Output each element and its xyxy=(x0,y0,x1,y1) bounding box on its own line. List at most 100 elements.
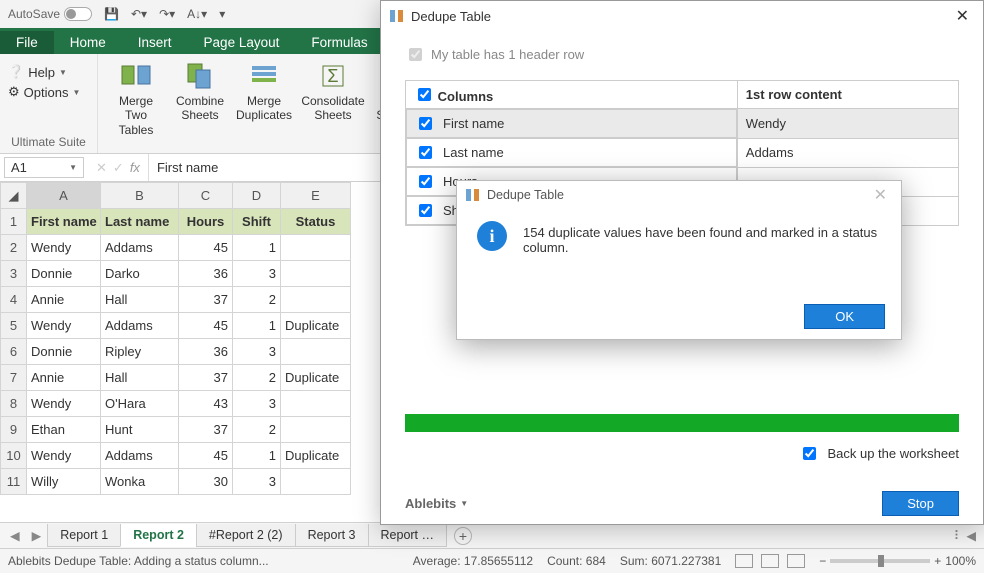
cell[interactable]: 2 xyxy=(233,417,281,443)
sheet-tab[interactable]: Report 3 xyxy=(295,524,369,547)
cancel-icon[interactable]: ✕ xyxy=(96,160,107,176)
tab-file[interactable]: File xyxy=(0,31,54,54)
column-checkbox[interactable] xyxy=(419,146,432,159)
sheet-nav-prev-icon[interactable]: ◀ xyxy=(4,528,26,543)
cell[interactable]: Annie xyxy=(27,287,101,313)
cell[interactable]: Last name xyxy=(101,209,179,235)
cell[interactable]: 2 xyxy=(233,287,281,313)
cell[interactable]: 37 xyxy=(179,287,233,313)
row-header[interactable]: 5 xyxy=(1,313,27,339)
cell[interactable]: Wendy xyxy=(27,391,101,417)
cell[interactable]: 1 xyxy=(233,235,281,261)
sheet-nav-next-icon[interactable]: ▶ xyxy=(26,528,48,543)
zoom-out-icon[interactable]: − xyxy=(819,554,826,568)
cell[interactable]: Shift xyxy=(233,209,281,235)
sort-icon[interactable]: A↓▾ xyxy=(187,7,207,21)
stop-button[interactable]: Stop xyxy=(882,491,959,516)
cell[interactable]: Status xyxy=(281,209,351,235)
ok-button[interactable]: OK xyxy=(804,304,885,329)
qat-customize-icon[interactable]: ▾ xyxy=(219,7,225,21)
dialog-titlebar[interactable]: Dedupe Table ✕ xyxy=(381,1,983,31)
consolidate-sheets-button[interactable]: Σ Consolidate Sheets xyxy=(298,58,368,139)
tab-insert[interactable]: Insert xyxy=(122,31,188,54)
column-header[interactable]: C xyxy=(179,183,233,209)
cell[interactable]: Wendy xyxy=(27,443,101,469)
column-header[interactable]: D xyxy=(233,183,281,209)
sheet-tab[interactable]: Report 1 xyxy=(47,524,121,547)
row-header[interactable]: 4 xyxy=(1,287,27,313)
message-titlebar[interactable]: Dedupe Table ✕ xyxy=(457,181,901,209)
row-header[interactable]: 3 xyxy=(1,261,27,287)
cell[interactable]: Addams xyxy=(101,313,179,339)
autosave-toggle-group[interactable]: AutoSave xyxy=(8,7,92,21)
column-checkbox[interactable] xyxy=(419,175,432,188)
close-icon[interactable]: ✕ xyxy=(868,183,893,207)
tab-home[interactable]: Home xyxy=(54,31,122,54)
help-button[interactable]: ❔Help▼ xyxy=(8,64,89,80)
row-header[interactable]: 10 xyxy=(1,443,27,469)
row-header[interactable]: 11 xyxy=(1,469,27,495)
cell[interactable]: Addams xyxy=(101,235,179,261)
cell[interactable]: Addams xyxy=(101,443,179,469)
cell[interactable]: Donnie xyxy=(27,261,101,287)
confirm-icon[interactable]: ✓ xyxy=(113,160,124,176)
tab-formulas[interactable]: Formulas xyxy=(295,31,383,54)
cell[interactable]: Duplicate xyxy=(281,313,351,339)
cell[interactable]: Wendy xyxy=(27,235,101,261)
redo-icon[interactable]: ↷▾ xyxy=(159,7,175,21)
sheet-tab[interactable]: #Report 2 (2) xyxy=(196,524,296,547)
cell[interactable]: Darko xyxy=(101,261,179,287)
column-header[interactable]: A xyxy=(27,183,101,209)
cell[interactable] xyxy=(281,339,351,365)
header-row-checkbox-row[interactable]: My table has 1 header row xyxy=(405,45,959,64)
close-icon[interactable]: ✕ xyxy=(950,4,975,28)
cell[interactable]: First name xyxy=(27,209,101,235)
cell[interactable]: 3 xyxy=(233,339,281,365)
column-header[interactable]: B xyxy=(101,183,179,209)
column-checkbox[interactable] xyxy=(419,117,432,130)
cell[interactable]: 37 xyxy=(179,417,233,443)
fx-icon[interactable]: fx xyxy=(130,160,140,175)
sheet-tab[interactable]: Report … xyxy=(368,524,448,547)
zoom-level[interactable]: 100% xyxy=(945,554,976,568)
cell[interactable]: 1 xyxy=(233,313,281,339)
cell[interactable]: 45 xyxy=(179,443,233,469)
cell[interactable]: 36 xyxy=(179,339,233,365)
save-icon[interactable]: 💾 xyxy=(104,7,119,21)
cell[interactable]: 37 xyxy=(179,365,233,391)
cell[interactable]: Duplicate xyxy=(281,443,351,469)
cell[interactable]: Hall xyxy=(101,365,179,391)
add-sheet-button[interactable]: + xyxy=(454,527,472,545)
cell[interactable] xyxy=(281,469,351,495)
tab-page-layout[interactable]: Page Layout xyxy=(188,31,296,54)
select-all-corner[interactable]: ◢ xyxy=(1,183,27,209)
cell[interactable]: Duplicate xyxy=(281,365,351,391)
sheet-scroll-left-icon[interactable]: ⠇ ◀ xyxy=(954,528,976,543)
zoom-control[interactable]: − + 100% xyxy=(819,554,976,568)
row-header[interactable]: 8 xyxy=(1,391,27,417)
cell[interactable]: Donnie xyxy=(27,339,101,365)
cell[interactable]: Willy xyxy=(27,469,101,495)
cell[interactable]: 36 xyxy=(179,261,233,287)
row-header[interactable]: 7 xyxy=(1,365,27,391)
merge-two-tables-button[interactable]: Merge Two Tables xyxy=(106,58,166,139)
options-button[interactable]: ⚙Options▼ xyxy=(8,84,89,100)
cell[interactable]: Ethan xyxy=(27,417,101,443)
cell[interactable]: O'Hara xyxy=(101,391,179,417)
zoom-in-icon[interactable]: + xyxy=(934,554,941,568)
cell[interactable]: 3 xyxy=(233,261,281,287)
row-header[interactable]: 9 xyxy=(1,417,27,443)
cell[interactable] xyxy=(281,417,351,443)
combine-sheets-button[interactable]: Combine Sheets xyxy=(170,58,230,139)
undo-icon[interactable]: ↶▾ xyxy=(131,7,147,21)
cell[interactable] xyxy=(281,261,351,287)
page-layout-view-icon[interactable] xyxy=(761,554,779,568)
normal-view-icon[interactable] xyxy=(735,554,753,568)
cell[interactable]: Hunt xyxy=(101,417,179,443)
header-row-checkbox[interactable] xyxy=(409,48,422,61)
backup-checkbox[interactable] xyxy=(803,447,816,460)
select-all-columns-checkbox[interactable] xyxy=(418,88,431,101)
cell[interactable]: 43 xyxy=(179,391,233,417)
cell[interactable]: 1 xyxy=(233,443,281,469)
cell[interactable]: Ripley xyxy=(101,339,179,365)
